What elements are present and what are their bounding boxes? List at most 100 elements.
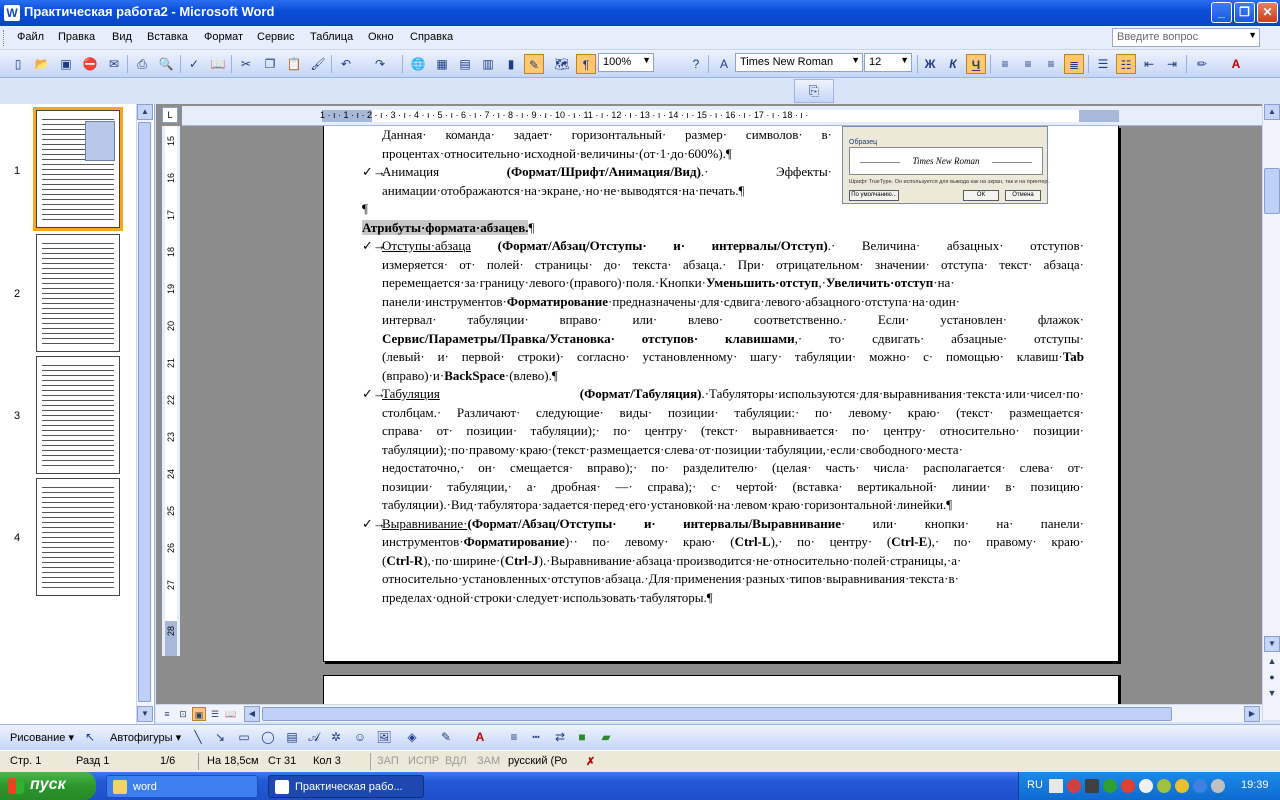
styles-icon[interactable]: A <box>714 54 734 74</box>
permission-icon[interactable]: ⛔ <box>80 54 100 74</box>
update-icon[interactable] <box>1103 779 1117 793</box>
help-search-input[interactable]: Введите вопрос ▼ <box>1112 28 1260 47</box>
browse-object-icon[interactable]: ● <box>1265 672 1279 682</box>
status-language[interactable]: русский (Ро <box>508 755 567 767</box>
clipart-icon[interactable]: ☺ <box>350 727 370 747</box>
text-box-icon[interactable]: ▤ <box>282 727 302 747</box>
align-center-icon[interactable]: ≡ <box>1018 54 1038 74</box>
tray-app-icon[interactable] <box>1175 779 1189 793</box>
insert-table-icon[interactable]: ▤ <box>455 54 475 74</box>
volume-icon[interactable] <box>1139 779 1153 793</box>
underline-button[interactable]: Ч <box>966 54 986 74</box>
scroll-up-icon[interactable]: ▲ <box>1264 104 1280 120</box>
cut-icon[interactable]: ✂ <box>236 54 256 74</box>
menu-format[interactable]: Формат <box>204 31 243 43</box>
line-color-icon[interactable]: ✎ <box>436 727 456 747</box>
normal-view-icon[interactable]: ≡ <box>160 707 174 721</box>
status-extend[interactable]: ВДЛ <box>445 755 467 767</box>
line-icon[interactable]: ╲ <box>188 727 208 747</box>
menu-table[interactable]: Таблица <box>310 31 353 43</box>
print-icon[interactable]: ⎙ <box>132 54 152 74</box>
previous-page-icon[interactable]: ▲ <box>1265 656 1279 666</box>
save-icon[interactable]: ▣ <box>56 54 76 74</box>
display-icon[interactable] <box>1211 779 1225 793</box>
outline-view-icon[interactable]: ☰ <box>208 707 222 721</box>
italic-button[interactable]: К <box>943 54 963 74</box>
hyperlink-icon[interactable]: 🌐 <box>408 54 428 74</box>
spelling-icon[interactable]: ✓ <box>184 54 204 74</box>
format-painter-icon[interactable]: 🖌 <box>308 54 328 74</box>
menu-file[interactable]: Файл <box>17 31 44 43</box>
scroll-thumb[interactable] <box>262 707 1172 721</box>
language-indicator[interactable]: RU <box>1027 779 1043 791</box>
font-select[interactable]: Times New Roman ▼ <box>735 53 863 72</box>
mail-icon[interactable]: ✉ <box>104 54 124 74</box>
tables-borders-icon[interactable]: ▦ <box>432 54 452 74</box>
status-overtype[interactable]: ЗАМ <box>477 755 500 767</box>
bullets-icon[interactable]: ☷ <box>1116 54 1136 74</box>
spelling-status-icon[interactable]: ✗ <box>586 755 595 768</box>
align-right-icon[interactable]: ≡ <box>1041 54 1061 74</box>
paste-icon[interactable]: 📋 <box>284 54 304 74</box>
increase-indent-icon[interactable]: ⇥ <box>1162 54 1182 74</box>
font-size-select[interactable]: 12 ▼ <box>864 53 912 72</box>
menu-edit[interactable]: Правка <box>58 31 95 43</box>
help-icon[interactable]: ? <box>686 54 706 74</box>
thumbnails-scrollbar[interactable]: ▲ ▼ <box>136 104 153 724</box>
scroll-down-icon[interactable]: ▼ <box>1264 636 1280 652</box>
excel-icon[interactable]: ▥ <box>478 54 498 74</box>
arrow-style-icon[interactable]: ⇄ <box>550 727 570 747</box>
bold-button[interactable]: Ж <box>920 54 940 74</box>
toolbar-grip[interactable] <box>3 30 6 46</box>
document-scrollbar[interactable]: ▲ ▼ ▲ ● ▼ <box>1262 104 1280 720</box>
security-icon[interactable] <box>1121 779 1135 793</box>
wordart-icon[interactable]: 𝒜 <box>304 727 324 747</box>
line-style-icon[interactable]: ≡ <box>504 727 524 747</box>
shadow-icon[interactable]: ■ <box>572 727 592 747</box>
drawing-icon[interactable]: ✎ <box>524 54 544 74</box>
status-track-changes[interactable]: ИСПР <box>408 755 439 767</box>
chevron-down-icon[interactable]: ▼ <box>900 55 909 65</box>
maximize-button[interactable]: ❐ <box>1234 2 1255 23</box>
show-hide-icon[interactable]: ¶ <box>576 54 596 74</box>
menu-window[interactable]: Окно <box>368 31 394 43</box>
columns-icon[interactable]: ▮ <box>501 54 521 74</box>
task-word-folder[interactable]: word <box>106 775 258 798</box>
document-text[interactable]: Данная· команда· задает· горизонтальный·… <box>362 126 1084 607</box>
page-thumbnail-4[interactable] <box>36 478 120 596</box>
numbering-icon[interactable]: ☰ <box>1093 54 1113 74</box>
dash-style-icon[interactable]: ┅ <box>526 727 546 747</box>
menu-view[interactable]: Вид <box>112 31 132 43</box>
chevron-down-icon[interactable]: ▼ <box>851 55 860 65</box>
start-button[interactable]: пуск <box>0 772 96 800</box>
picture-icon[interactable]: 🖼 <box>374 727 394 747</box>
align-left-icon[interactable]: ≡ <box>995 54 1015 74</box>
menu-help[interactable]: Справка <box>410 31 453 43</box>
research-icon[interactable]: 📖 <box>208 54 228 74</box>
web-view-icon[interactable]: ⊡ <box>176 707 190 721</box>
scroll-left-icon[interactable]: ◀ <box>244 706 260 722</box>
reviewing-toolbar-icon[interactable]: ⎘ <box>794 79 834 103</box>
chevron-down-icon[interactable]: ▼ <box>642 55 651 65</box>
open-icon[interactable]: 📂 <box>32 54 52 74</box>
highlight-icon[interactable]: ✏ <box>1192 54 1212 74</box>
page-thumbnail-3[interactable] <box>36 356 120 474</box>
select-objects-icon[interactable]: ↖ <box>80 727 100 747</box>
horizontal-ruler[interactable]: 1 · ı · 1 · ı · 2 · ı · 3 · ı · 4 · ı · … <box>182 106 1262 126</box>
decrease-indent-icon[interactable]: ⇤ <box>1139 54 1159 74</box>
next-page-icon[interactable]: ▼ <box>1265 688 1279 698</box>
close-button[interactable]: ✕ <box>1257 2 1278 23</box>
document-map-icon[interactable]: 🗺 <box>552 54 572 74</box>
oval-icon[interactable]: ◯ <box>258 727 278 747</box>
bluetooth-icon[interactable] <box>1193 779 1207 793</box>
chevron-down-icon[interactable]: ▼ <box>1248 30 1257 40</box>
redo-icon[interactable]: ↷ <box>370 54 390 74</box>
new-icon[interactable]: ▯ <box>8 54 28 74</box>
status-record[interactable]: ЗАП <box>377 755 399 767</box>
copy-icon[interactable]: ❐ <box>260 54 280 74</box>
page-thumbnail-2[interactable] <box>36 234 120 352</box>
font-color-icon[interactable]: A <box>1226 54 1246 74</box>
device-icon[interactable] <box>1085 779 1099 793</box>
arrow-icon[interactable]: ↘ <box>210 727 230 747</box>
scroll-up-icon[interactable]: ▲ <box>137 104 153 120</box>
